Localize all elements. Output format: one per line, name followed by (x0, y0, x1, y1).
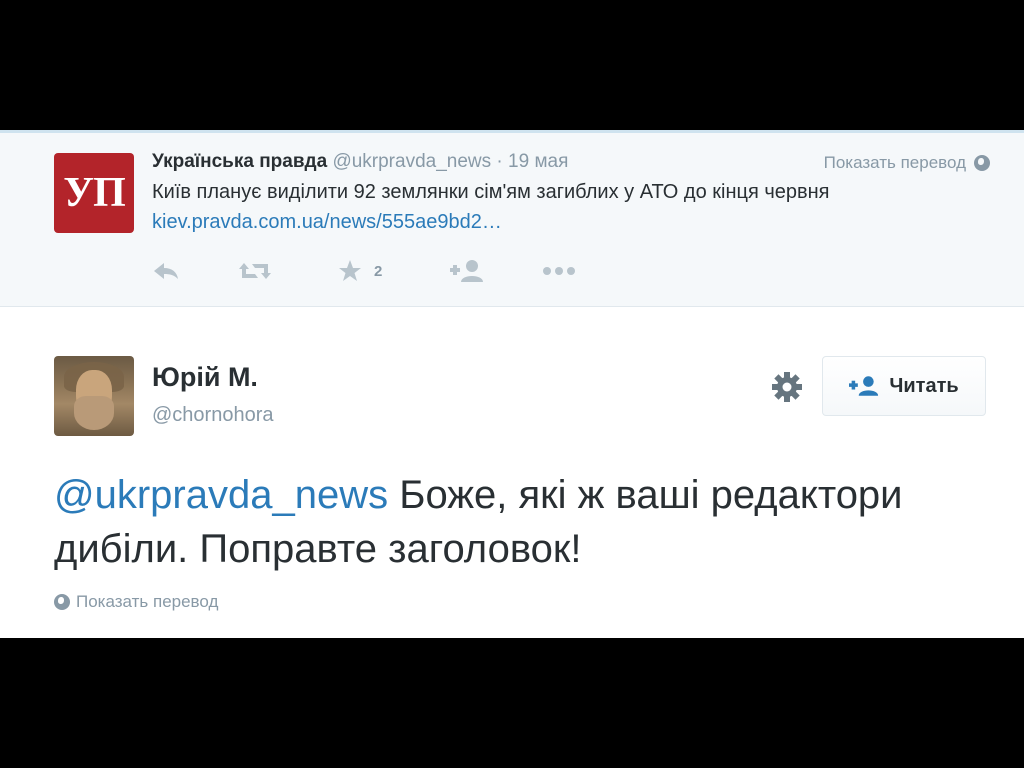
retweet-icon[interactable] (238, 258, 272, 284)
author-name[interactable]: Юрій М. (152, 362, 258, 393)
globe-icon (54, 594, 70, 610)
quoted-translate-label: Показать перевод (823, 153, 966, 172)
quoted-tweet-date[interactable]: 19 мая (508, 151, 568, 172)
screen: УП Українська правда @ukrpravda_news · 1… (0, 0, 1024, 768)
ukrpravda-logo[interactable]: УП (54, 153, 134, 233)
quoted-translate-link[interactable]: Показать перевод (824, 153, 990, 173)
follow-button-label: Читать (889, 374, 959, 397)
tweet-text: @ukrpravda_news Боже, які ж ваші редакто… (54, 468, 974, 576)
quoted-tweet-link[interactable]: kiev.pravda.com.ua/news/555ae9bd2… (152, 211, 502, 234)
quoted-tweet-text: Київ планує виділити 92 землянки сім'ям … (152, 181, 830, 203)
follow-button[interactable]: Читать (822, 356, 986, 416)
star-icon (339, 260, 361, 281)
quoted-tweet-header: Українська правда @ukrpravda_news · 19 м… (152, 151, 568, 173)
quoted-tweet[interactable]: УП Українська правда @ukrpravda_news · 1… (0, 133, 1024, 307)
header-separator: · (496, 151, 503, 172)
globe-icon (974, 155, 990, 171)
quoted-tweet-actions: 2 (152, 258, 612, 284)
mention-link[interactable]: @ukrpravda_news (54, 473, 388, 517)
author-handle[interactable]: @chornohora (152, 404, 273, 427)
reply-icon[interactable] (152, 258, 180, 284)
follow-icon[interactable] (450, 258, 484, 284)
translate-link[interactable]: Показать перевод (54, 592, 218, 612)
tweet-page: УП Українська правда @ukrpravda_news · 1… (0, 130, 1024, 638)
logo-text: УП (63, 170, 125, 216)
favorite-button[interactable]: 2 (338, 258, 382, 284)
quoted-author-name[interactable]: Українська правда (152, 151, 327, 172)
more-icon[interactable] (542, 258, 576, 284)
translate-label: Показать перевод (76, 592, 219, 611)
quoted-author-handle[interactable]: @ukrpravda_news (332, 151, 491, 172)
gear-icon[interactable] (770, 370, 804, 404)
add-user-icon (849, 376, 879, 396)
favorite-count: 2 (374, 262, 383, 280)
avatar[interactable] (54, 356, 134, 436)
